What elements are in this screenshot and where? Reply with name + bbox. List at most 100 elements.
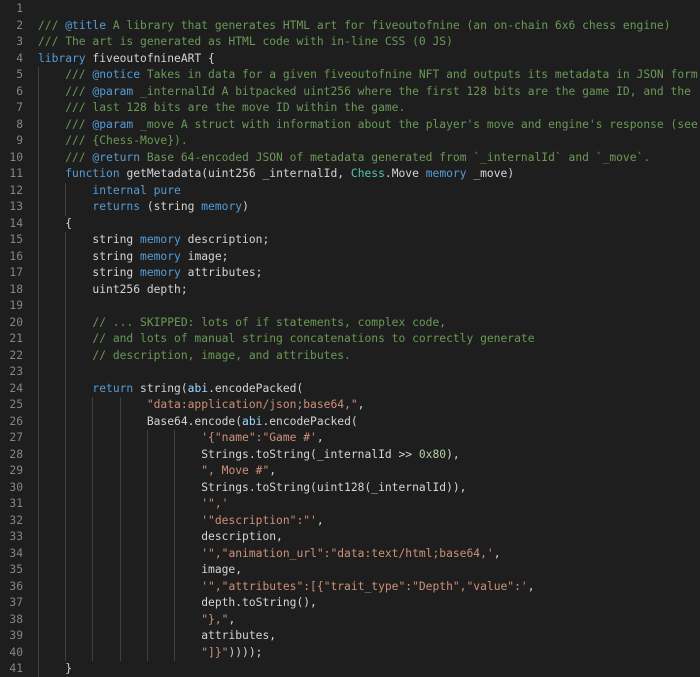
code-line[interactable]: 27 '{"name":"Game #', [0,430,700,447]
code-text: // description, image, and attributes. [38,348,700,365]
code-line[interactable]: 25 "data:application/json;base64,", [0,397,700,414]
code-token: /// [38,150,93,164]
code-line[interactable]: 24 return string(abi.encodePacked( [0,380,700,398]
code-text: /// The art is generated as HTML code wi… [38,34,700,51]
code-line[interactable]: 20 // ... SKIPPED: lots of if statements… [0,314,700,331]
code-line[interactable]: 2 /// @title A library that generates HTM… [0,18,700,35]
line-number: 27 [9,431,23,444]
code-token: returns [92,200,141,213]
code-text: /// @param _internalId A bitpacked uint2… [38,84,700,101]
line-number: 19 [9,299,23,312]
line-number: 2 [16,18,23,32]
indent-guide [38,298,39,315]
code-line[interactable]: 36 '","attributes":[{"trait_type":"Depth… [0,578,700,595]
line-number: 7 [16,101,23,114]
code-text: attributes, [38,628,700,645]
code-text: function getMetadata(uint256 _internalId… [38,166,700,183]
code-token: ", Move #" [201,464,270,477]
code-line[interactable]: 19 [0,298,700,315]
code-line[interactable]: 41 } [0,661,700,677]
code-line[interactable]: 18 uint256 depth; [0,281,700,299]
code-token: uint256 depth; [38,282,188,296]
line-number: 20 [9,315,23,329]
code-line[interactable]: 26 Base64.encode(abi.encodePacked( [0,413,700,430]
code-line[interactable]: 31 '",' [0,496,700,513]
code-line[interactable]: 8 /// @param _move A struct with informa… [0,116,700,134]
code-line[interactable]: 40 "]}")))); [0,644,700,662]
code-token: { [38,216,73,230]
code-line[interactable]: 7 /// last 128 bits are the move ID with… [0,100,700,117]
code-token: description, [38,530,283,543]
line-number: 38 [9,612,23,626]
code-line[interactable]: 38 "},", [0,611,700,629]
code-text: string memory description; [38,232,700,249]
code-token: Strings.toString(uint128(_internalId)), [38,480,467,494]
code-line[interactable]: 1 [0,1,700,18]
code-line[interactable]: 21 // and lots of manual string concaten… [0,331,700,348]
code-text: description, [38,529,700,546]
code-line[interactable]: 32 '"description":"', [0,512,700,530]
code-token: '","attributes":[{"trait_type":"Depth","… [201,579,528,593]
code-text: uint256 depth; [38,282,700,299]
code-token: description; [180,233,270,246]
code-token: _move) [466,167,515,180]
code-text: Strings.toString(_internalId >> 0x80), [38,447,700,464]
code-line[interactable]: 10 /// @return Base 64-encoded JSON of m… [0,149,700,167]
code-text: /// @param _move A struct with informati… [38,117,700,134]
code-token: , [316,431,324,444]
code-text: // and lots of manual string concatenati… [38,331,700,348]
code-text: /// @return Base 64-encoded JSON of meta… [38,150,700,167]
code-line[interactable]: 33 description, [0,529,700,546]
code-line[interactable]: 30 Strings.toString(uint128(_internalId)… [0,479,700,496]
code-line[interactable]: 17 string memory attributes; [0,265,700,282]
code-token: string( [133,381,188,395]
code-line[interactable]: 28 Strings.toString(_internalId >> 0x80)… [0,446,700,464]
code-token: Strings.toString(_internalId >> [38,447,419,461]
code-token: } [38,662,73,675]
code-line[interactable]: 34 '","animation_url":"data:text/html;ba… [0,545,700,562]
code-text: "},", [38,612,700,629]
code-line[interactable]: 3 /// The art is generated as HTML code w… [0,34,700,51]
code-token: ), [446,447,460,461]
code-line[interactable]: 14 { [0,215,700,232]
code-line[interactable]: 9 /// {Chess-Move}). [0,133,700,150]
code-line[interactable]: 39 attributes, [0,628,700,645]
code-line[interactable]: 6 /// @param _internalId A bitpacked uin… [0,83,700,101]
code-line[interactable]: 5 /// @notice Takes in data for a given … [0,67,700,84]
code-text: '"description":"', [38,513,700,530]
code-text: string memory attributes; [38,265,700,282]
code-line[interactable]: 4 library fiveoutofnineART { [0,51,700,68]
code-line[interactable]: 16 string memory image; [0,248,700,265]
code-line[interactable]: 29 ", Move #", [0,463,700,480]
code-line[interactable]: 12 internal pure [0,182,700,199]
line-number: 10 [9,150,23,164]
line-number: 11 [9,167,23,180]
code-text: image, [38,562,700,579]
code-token: abi [242,414,263,428]
code-token: '"description":"' [201,513,317,527]
code-line[interactable]: 35 image, [0,562,700,579]
code-line[interactable]: 13 returns (string memory) [0,199,700,216]
code-text: return string(abi.encodePacked( [38,381,700,398]
code-token: Takes in data for a given fiveoutofnine … [140,68,700,81]
code-text: "]}")))); [38,645,700,662]
code-token: return [92,381,134,395]
code-line[interactable]: 11 function getMetadata(uint256 _interna… [0,166,700,183]
code-line[interactable]: 15 string memory description; [0,232,700,249]
code-line[interactable]: 37 depth.toString(), [0,595,700,612]
line-number: 25 [9,398,23,411]
code-line[interactable]: 23 [0,364,700,381]
code-token: image; [180,249,229,263]
code-line[interactable]: 22 // description, image, and attributes… [0,347,700,365]
code-token: /// last 128 bits are the move ID within… [38,101,406,114]
code-text: '",' [38,496,700,513]
line-number: 22 [9,348,23,362]
code-editor[interactable]: 1 2/// @title A library that generates HT… [0,0,700,677]
code-token: , [269,464,277,477]
